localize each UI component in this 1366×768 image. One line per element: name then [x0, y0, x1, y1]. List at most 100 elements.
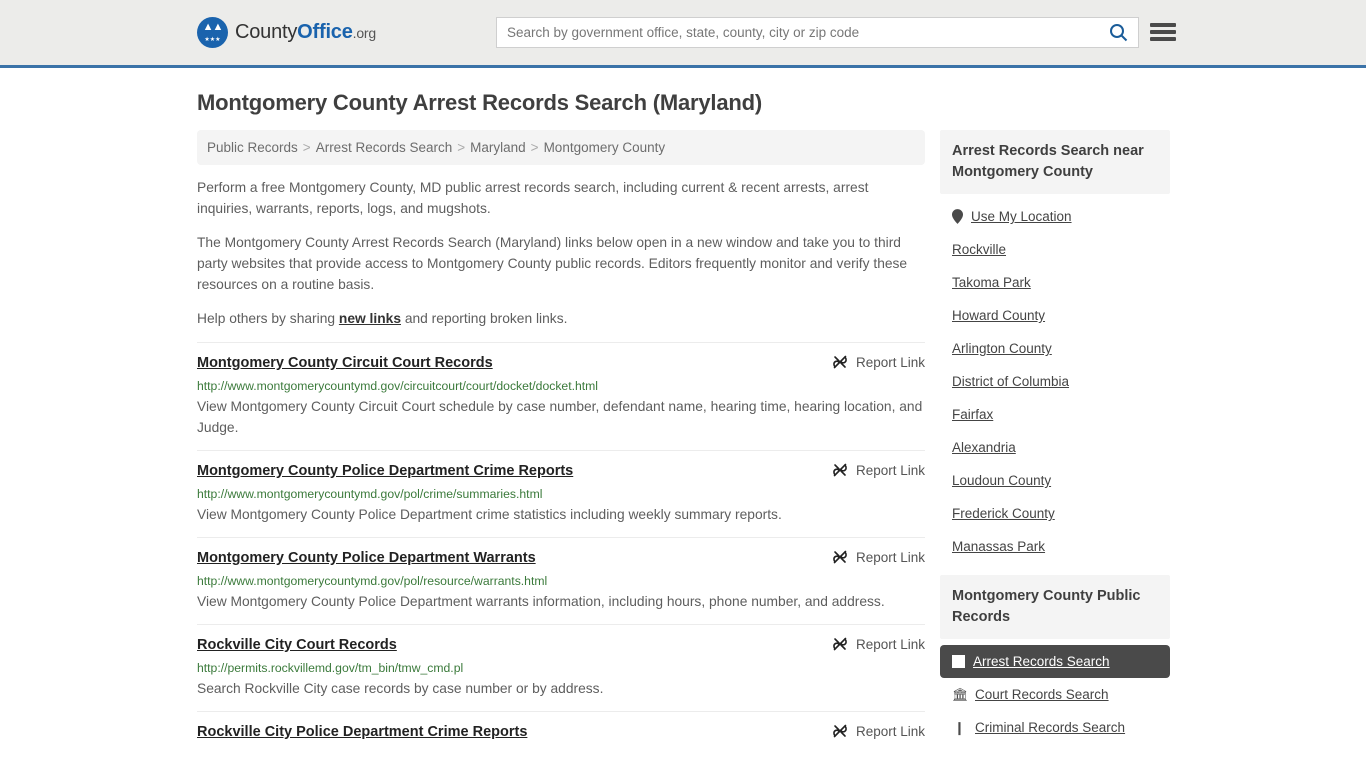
- map-pin-icon: [952, 209, 963, 224]
- report-link-button[interactable]: Report Link: [816, 354, 925, 370]
- breadcrumb-separator: >: [302, 140, 311, 155]
- result-header: Montgomery County Circuit Court Records R…: [197, 354, 925, 373]
- breadcrumb: Public Records > Arrest Records Search > Mar…: [197, 130, 925, 165]
- new-links-link[interactable]: new links: [339, 311, 401, 326]
- result-url: http://www.montgomerycountymd.gov/pol/cr…: [197, 487, 543, 501]
- records-item-criminal-records-search[interactable]: ❙ Criminal Records Search: [940, 711, 1170, 744]
- nearby-searches-list: Use My Location Rockville Takoma Park Howar…: [940, 194, 1170, 563]
- nearby-item-label[interactable]: Rockville: [952, 242, 1006, 257]
- records-item-label[interactable]: Arrest Records Search: [973, 654, 1110, 669]
- nearby-item-label[interactable]: Howard County: [952, 308, 1045, 323]
- nearby-item-manassas-park[interactable]: Manassas Park: [940, 530, 1170, 563]
- nearby-item-alexandria[interactable]: Alexandria: [940, 431, 1170, 464]
- content-columns: Public Records > Arrest Records Search > Mar…: [197, 130, 1170, 756]
- nearby-item-use-my-location[interactable]: Use My Location: [940, 200, 1170, 233]
- result-title-link[interactable]: Rockville City Court Records: [197, 636, 397, 655]
- intro-text: Perform a free Montgomery County, MD pub…: [197, 177, 925, 329]
- nearby-item-howard-county[interactable]: Howard County: [940, 299, 1170, 332]
- broken-link-icon: [833, 550, 847, 564]
- result-header: Montgomery County Police Department Crim…: [197, 462, 925, 481]
- help-prefix: Help others by sharing: [197, 311, 339, 326]
- breadcrumb-item-3[interactable]: Montgomery County: [544, 140, 666, 155]
- result-item: Montgomery County Police Department Warr…: [197, 537, 925, 624]
- logo-office-text: Office: [297, 21, 353, 43]
- white-square-icon: [952, 655, 965, 668]
- main-content: Public Records > Arrest Records Search > Mar…: [197, 130, 925, 754]
- records-item-arrest-records-search[interactable]: Arrest Records Search: [940, 645, 1170, 678]
- report-link-label: Report Link: [855, 462, 925, 478]
- help-suffix: and reporting broken links.: [401, 311, 568, 326]
- nearby-item-label[interactable]: Takoma Park: [952, 275, 1031, 290]
- report-link-label: Report Link: [855, 354, 925, 370]
- site-logo[interactable]: ▲▲ ★★★ CountyOffice.org: [197, 17, 376, 48]
- breadcrumb-separator: >: [530, 140, 539, 155]
- public-records-heading: Montgomery County Public Records: [940, 575, 1170, 639]
- search-button[interactable]: [1098, 18, 1138, 47]
- result-description: View Montgomery County Circuit Court sch…: [197, 399, 923, 435]
- search-bar[interactable]: [496, 17, 1139, 48]
- result-title-link[interactable]: Montgomery County Police Department Crim…: [197, 462, 573, 481]
- result-description: View Montgomery County Police Department…: [197, 507, 782, 522]
- public-records-list: Arrest Records Search 🏛 Court Records Sear…: [940, 639, 1170, 744]
- nearby-item-label[interactable]: Manassas Park: [952, 539, 1045, 554]
- menu-bar-1: [1150, 23, 1176, 27]
- result-header: Rockville City Court Records Report Link: [197, 636, 925, 655]
- report-link-button[interactable]: Report Link: [816, 549, 925, 565]
- report-link-button[interactable]: Report Link: [816, 636, 925, 652]
- broken-link-icon: [833, 463, 847, 477]
- breadcrumb-item-0[interactable]: Public Records: [207, 140, 298, 155]
- nearby-searches-box: Arrest Records Search near Montgomery Co…: [940, 130, 1170, 563]
- result-description: View Montgomery County Police Department…: [197, 594, 885, 609]
- nearby-item-label[interactable]: Fairfax: [952, 407, 993, 422]
- page-container: Montgomery County Arrest Records Search …: [0, 90, 1366, 756]
- records-item-label[interactable]: Court Records Search: [975, 687, 1109, 702]
- nearby-item-district-of-columbia[interactable]: District of Columbia: [940, 365, 1170, 398]
- result-item: Montgomery County Police Department Crim…: [197, 450, 925, 537]
- nearby-item-label[interactable]: Arlington County: [952, 341, 1052, 356]
- nearby-item-label[interactable]: Frederick County: [952, 506, 1055, 521]
- document-icon: ❙: [954, 720, 965, 735]
- records-item-court-records-search[interactable]: 🏛 Court Records Search: [940, 678, 1170, 711]
- nearby-item-label[interactable]: Use My Location: [971, 209, 1072, 224]
- result-title-link[interactable]: Montgomery County Police Department Warr…: [197, 549, 536, 568]
- report-link-button[interactable]: Report Link: [816, 462, 925, 478]
- nearby-item-rockville[interactable]: Rockville: [940, 233, 1170, 266]
- result-title-link[interactable]: Rockville City Police Department Crime R…: [197, 723, 527, 742]
- menu-bar-2: [1150, 30, 1176, 34]
- page-title: Montgomery County Arrest Records Search …: [197, 90, 762, 115]
- result-header: Montgomery County Police Department Warr…: [197, 549, 925, 568]
- report-link-label: Report Link: [855, 723, 925, 739]
- hamburger-menu-icon[interactable]: [1150, 20, 1176, 44]
- nearby-item-frederick-county[interactable]: Frederick County: [940, 497, 1170, 530]
- nearby-item-loudoun-county[interactable]: Loudoun County: [940, 464, 1170, 497]
- eagle-icon: ▲▲: [202, 21, 224, 33]
- nearby-item-fairfax[interactable]: Fairfax: [940, 398, 1170, 431]
- report-link-label: Report Link: [855, 636, 925, 652]
- result-item: Rockville City Police Department Crime R…: [197, 711, 925, 754]
- intro-paragraph-2: The Montgomery County Arrest Records Sea…: [197, 235, 908, 292]
- nearby-item-label[interactable]: District of Columbia: [952, 374, 1069, 389]
- records-item-label[interactable]: Criminal Records Search: [975, 720, 1125, 735]
- logo-tld-text: .org: [352, 25, 377, 41]
- broken-link-icon: [833, 355, 847, 369]
- result-title-link[interactable]: Montgomery County Circuit Court Records: [197, 354, 493, 373]
- broken-link-icon: [833, 724, 847, 738]
- search-input[interactable]: [497, 18, 1098, 47]
- result-url: http://permits.rockvillemd.gov/tm_bin/tm…: [197, 661, 464, 675]
- breadcrumb-item-1[interactable]: Arrest Records Search: [316, 140, 453, 155]
- result-item: Montgomery County Circuit Court Records R…: [197, 342, 925, 450]
- countyoffice-logo-mark: ▲▲ ★★★: [197, 17, 228, 48]
- report-link-label: Report Link: [855, 549, 925, 565]
- nearby-item-label[interactable]: Alexandria: [952, 440, 1016, 455]
- search-icon: [1109, 24, 1127, 42]
- result-header: Rockville City Police Department Crime R…: [197, 723, 925, 742]
- nearby-item-arlington-county[interactable]: Arlington County: [940, 332, 1170, 365]
- result-item: Rockville City Court Records Report Link h…: [197, 624, 925, 711]
- breadcrumb-item-2[interactable]: Maryland: [470, 140, 526, 155]
- nearby-item-takoma-park[interactable]: Takoma Park: [940, 266, 1170, 299]
- report-link-button[interactable]: Report Link: [816, 723, 925, 739]
- nearby-searches-heading: Arrest Records Search near Montgomery Co…: [940, 130, 1170, 194]
- nearby-item-label[interactable]: Loudoun County: [952, 473, 1051, 488]
- intro-paragraph-3: Help others by sharing new links and rep…: [197, 308, 925, 329]
- result-url: http://www.montgomerycountymd.gov/pol/re…: [197, 574, 548, 588]
